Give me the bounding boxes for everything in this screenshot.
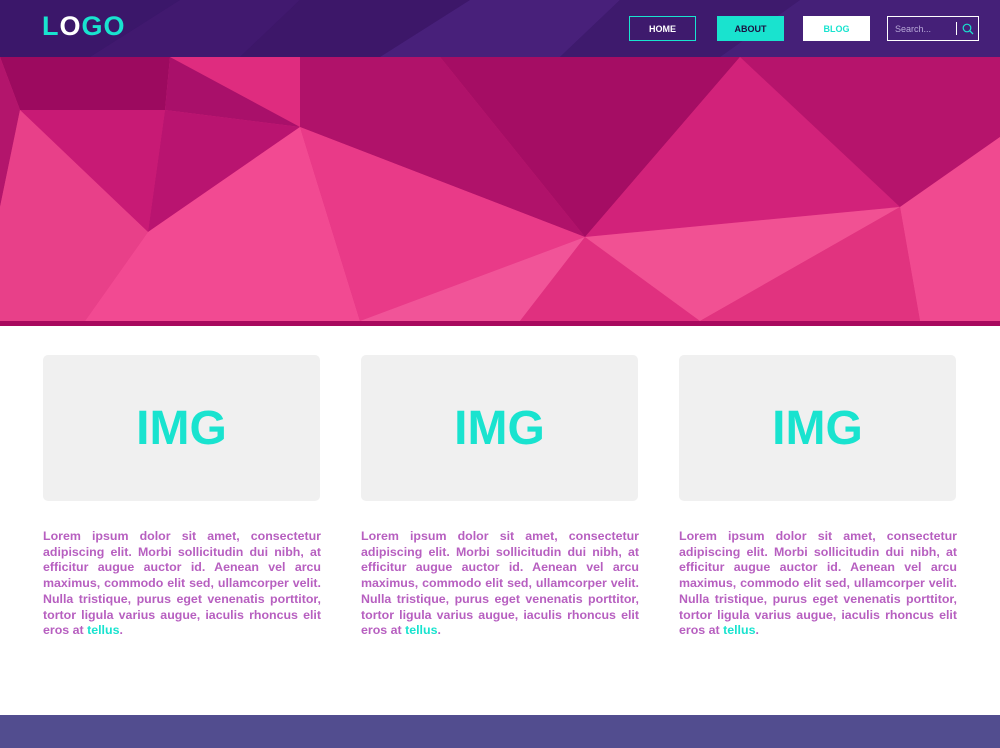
- card-body-text: Lorem ipsum dolor sit amet, consectetur …: [361, 529, 639, 638]
- header: LOGO HOME ABOUT BLOG: [0, 0, 1000, 57]
- card: IMG Lorem ipsum dolor sit amet, consecte…: [679, 355, 957, 639]
- nav-home-button[interactable]: HOME: [629, 16, 696, 41]
- search-icon[interactable]: [961, 22, 975, 36]
- hero-banner: [0, 57, 1000, 321]
- card-image-placeholder: IMG: [361, 355, 638, 501]
- card-text-end: .: [755, 623, 759, 638]
- card-text: Lorem ipsum dolor sit amet, consectetur …: [361, 529, 639, 639]
- search-box: [887, 16, 979, 41]
- card-image-placeholder: IMG: [43, 355, 320, 501]
- footer: [0, 715, 1000, 748]
- card-text: Lorem ipsum dolor sit amet, consectetur …: [43, 529, 321, 639]
- card-body-text: Lorem ipsum dolor sit amet, consectetur …: [679, 529, 957, 638]
- search-divider: [956, 22, 957, 35]
- hero-divider: [0, 321, 1000, 326]
- logo-letters: GO: [81, 11, 126, 41]
- nav-about-button[interactable]: ABOUT: [717, 16, 784, 41]
- card-link[interactable]: tellus: [405, 623, 437, 637]
- search-input[interactable]: [888, 18, 956, 39]
- card-image-placeholder: IMG: [679, 355, 956, 501]
- card-image-label: IMG: [136, 401, 227, 455]
- hero-polygon-background: [0, 57, 1000, 321]
- logo[interactable]: LOGO: [42, 10, 126, 42]
- card-link[interactable]: tellus: [87, 623, 119, 637]
- card-link[interactable]: tellus: [723, 623, 755, 637]
- nav-blog-button[interactable]: BLOG: [803, 16, 870, 41]
- card: IMG Lorem ipsum dolor sit amet, consecte…: [361, 355, 639, 639]
- logo-letter: L: [42, 11, 60, 41]
- card-text: Lorem ipsum dolor sit amet, consectetur …: [679, 529, 957, 639]
- card-image-label: IMG: [454, 401, 545, 455]
- card-body-text: Lorem ipsum dolor sit amet, consectetur …: [43, 529, 321, 638]
- card-image-label: IMG: [772, 401, 863, 455]
- logo-letter-highlight: O: [59, 11, 82, 41]
- card: IMG Lorem ipsum dolor sit amet, consecte…: [43, 355, 321, 639]
- card-text-end: .: [119, 623, 123, 638]
- card-text-end: .: [437, 623, 441, 638]
